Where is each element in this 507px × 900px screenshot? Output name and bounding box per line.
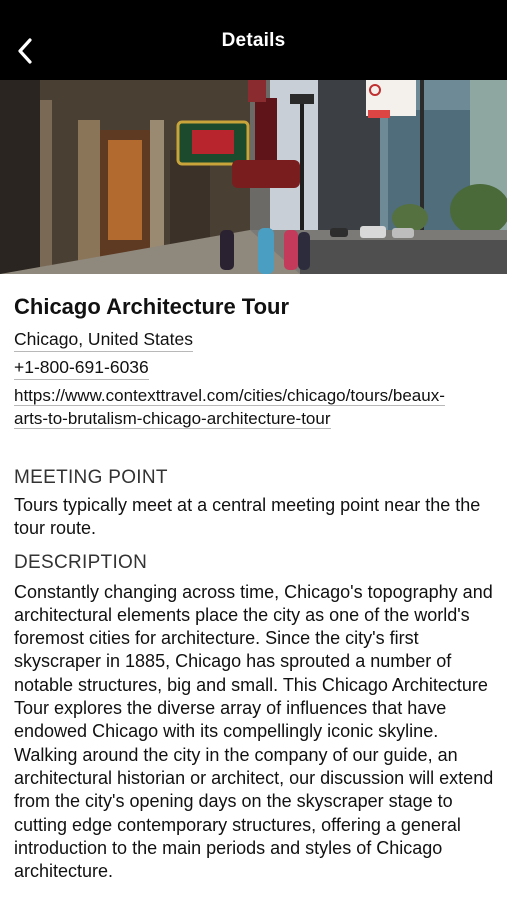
description-text: Constantly changing across time, Chicago… <box>14 581 494 882</box>
navigation-bar: Details <box>0 0 507 80</box>
website-link[interactable]: https://www.contexttravel.com/cities/chi… <box>14 384 454 430</box>
location-link[interactable]: Chicago, United States <box>14 328 193 352</box>
meeting-point-text: Tours typically meet at a central meetin… <box>14 495 481 539</box>
hero-image <box>0 80 507 274</box>
website-url-text: https://www.contexttravel.com/cities/chi… <box>14 386 445 429</box>
details-content: Chicago Architecture Tour Chicago, Unite… <box>14 292 498 883</box>
description-heading: DESCRIPTION <box>14 551 148 573</box>
phone-link[interactable]: +1-800-691-6036 <box>14 356 149 380</box>
meeting-point-heading: MEETING POINT <box>14 467 168 488</box>
tour-title: Chicago Architecture Tour <box>14 294 290 319</box>
page-title: Details <box>221 30 286 51</box>
